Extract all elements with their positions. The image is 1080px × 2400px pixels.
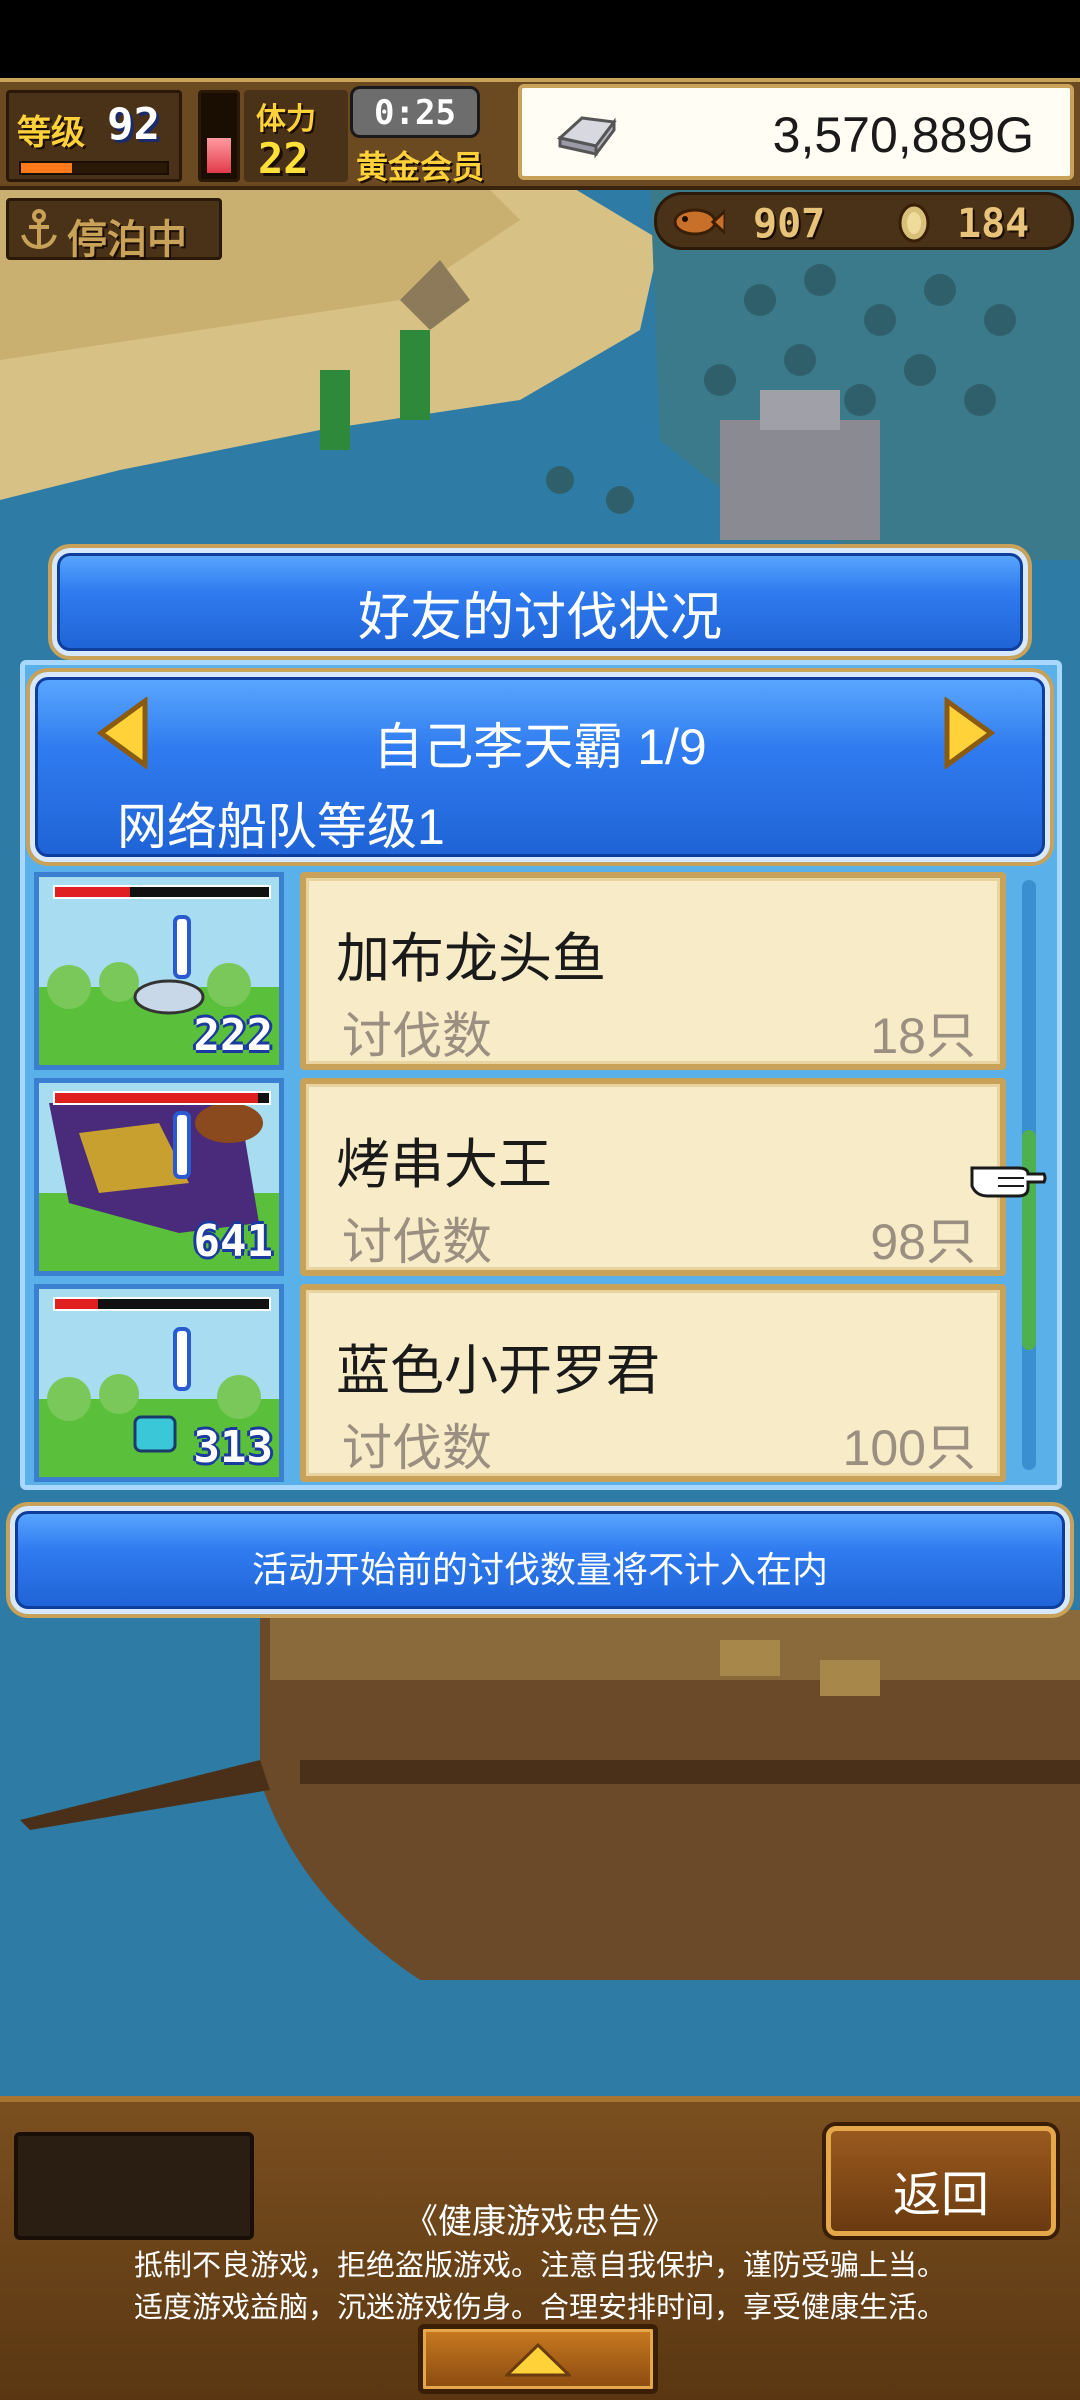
monster-thumbnail: 222 [34,872,284,1070]
monster-hp-fill [55,1093,259,1103]
monster-hp-fill [55,887,130,897]
level-label: 等级 [17,114,85,152]
kills-value: 100只 [842,1420,976,1476]
expand-menu-button[interactable] [418,2324,658,2394]
level-value: 92 [107,99,160,150]
monster-remaining-count: 313 [193,1422,273,1473]
monster-thumbnail: 641 [34,1078,284,1276]
stamina-panel[interactable]: 体力 22 [244,90,348,183]
kills-label: 讨伐数 [342,1420,492,1476]
monster-list[interactable]: 222 加布龙头鱼 讨伐数 18只 641 烤串大王 讨伐数 98只 313 蓝… [30,872,1040,1484]
monster-name: 烤串大王 [336,1135,552,1195]
timer-value: 0:25 [374,93,456,133]
list-item[interactable]: 641 烤串大王 讨伐数 98只 [30,1078,1040,1278]
anchor-status-label: 停泊中 [67,218,187,262]
monster-hp-bar [53,885,271,899]
monster-card[interactable]: 烤串大王 讨伐数 98只 [300,1078,1006,1276]
monster-card[interactable]: 蓝色小开罗君 讨伐数 100只 [300,1284,1006,1482]
triangle-up-icon [505,2343,571,2377]
stamina-gauge [198,90,240,182]
bottom-bar: 返回 《健康游戏忠告》 抵制不良游戏，拒绝盗版游戏。注意自我保护，谨防受骗上当。… [0,2096,1080,2400]
notice-text: 活动开始前的讨伐数量将不计入在内 [251,1549,828,1590]
health-advisory-line: 适度游戏益脑，沉迷游戏伤身。合理安排时间，享受健康生活。 [133,2292,946,2324]
player-level-panel[interactable]: 等级 92 [6,90,182,182]
monster-name: 加布龙头鱼 [336,929,606,989]
friend-header: 自己李天霸 1/9 网络船队等级1 [30,672,1050,862]
stamina-gauge-fill [207,137,231,173]
gold-panel[interactable]: 3,570,889G [518,84,1074,180]
fleet-level: 网络船队等级1 [117,799,445,855]
system-status-bar [0,0,1080,78]
fish-icon [673,208,725,236]
kills-label: 讨伐数 [342,1214,492,1270]
pointing-hand-cursor-icon [970,1166,1047,1198]
monster-remaining-count: 222 [193,1010,273,1061]
kills-value: 18只 [870,1008,976,1064]
kills-value: 98只 [870,1214,976,1270]
monster-thumbnail: 313 [34,1284,284,1482]
monster-hp-bar [53,1297,271,1311]
next-friend-arrow-icon[interactable] [941,697,997,769]
monster-name: 蓝色小开罗君 [336,1341,660,1401]
experience-bar-fill [21,163,73,173]
monster-hp-fill [55,1299,98,1309]
notice-bar: 活动开始前的讨伐数量将不计入在内 [10,1506,1070,1614]
monster-card[interactable]: 加布龙头鱼 讨伐数 18只 [300,872,1006,1070]
anchor-status-panel[interactable]: 停泊中 [6,198,222,262]
coin-count: 184 [957,201,1030,247]
stamina-value: 22 [258,134,309,183]
experience-bar [19,161,169,175]
monster-remaining-count: 641 [193,1216,273,1267]
stamina-timer: 0:25 [350,86,480,138]
friend-name: 自己李天霸 1/9 [373,719,707,775]
monster-hp-bar [53,1091,271,1105]
top-hud: 等级 92 体力 22 0:25 黄金会员 3,570,889G [0,78,1080,190]
medal-coin-icon [898,203,930,243]
kills-label: 讨伐数 [342,1008,492,1064]
gold-amount: 3,570,889G [772,107,1034,163]
dialog-title: 好友的讨伐状况 [357,589,722,647]
stamina-label: 体力 [256,103,316,136]
anchor-icon [21,209,57,250]
health-advisory-line: 抵制不良游戏，拒绝盗版游戏。注意自我保护，谨防受骗上当。 [133,2250,946,2282]
health-advisory-title: 《健康游戏忠告》 [404,2203,676,2241]
list-item[interactable]: 222 加布龙头鱼 讨伐数 18只 [30,872,1040,1072]
silver-ingot-icon [556,116,617,158]
resource-panel[interactable]: 907 184 [654,192,1074,250]
membership-badge[interactable]: 黄金会员 [356,142,484,188]
fish-count: 907 [753,201,826,247]
list-item[interactable]: 313 蓝色小开罗君 讨伐数 100只 [30,1284,1040,1484]
dialog-title-bar: 好友的讨伐状况 [52,548,1028,656]
